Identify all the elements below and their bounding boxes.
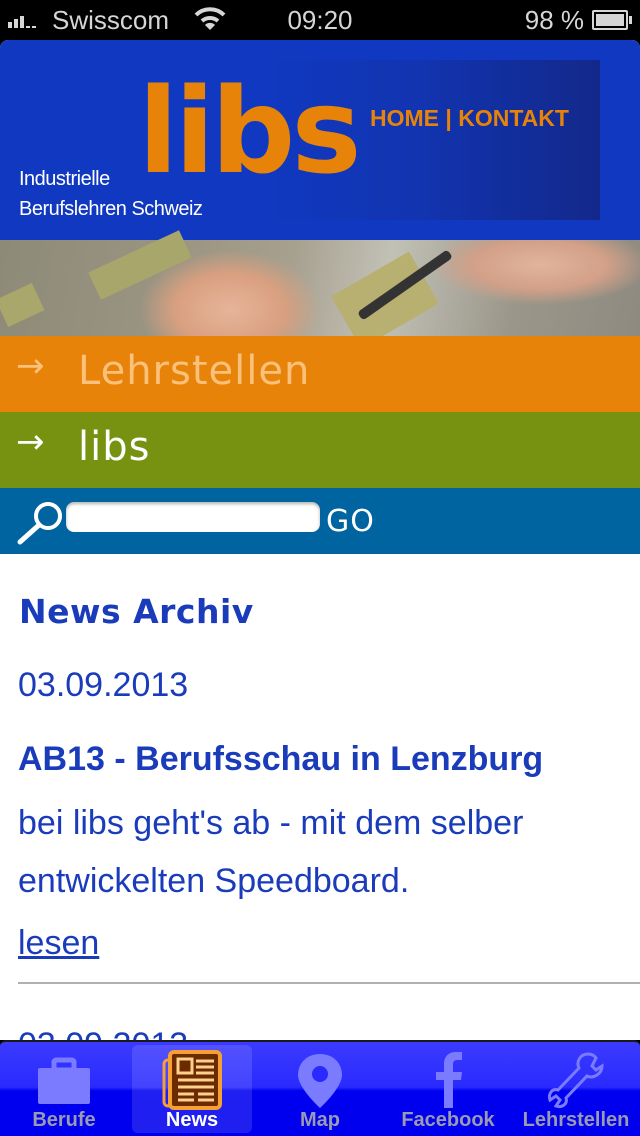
tab-label: Map <box>300 1109 340 1131</box>
search-icon <box>17 502 62 545</box>
divider <box>18 982 640 984</box>
news-date: 03.09.2013 <box>18 666 189 704</box>
tab-label: News <box>165 1109 219 1131</box>
logo-wordmark: libs <box>138 62 362 200</box>
banner-circuit-board <box>0 282 45 328</box>
page-title: News Archiv <box>19 592 254 631</box>
newspaper-icon <box>162 1050 222 1110</box>
banner-circuit-board <box>88 230 192 300</box>
tab-berufe[interactable]: Berufe <box>0 1042 128 1136</box>
news-title: AB13 - Berufsschau in Lenzburg <box>18 740 544 778</box>
nav-separator: | <box>439 105 459 131</box>
header-banner-image <box>0 230 640 349</box>
map-pin-icon <box>298 1054 342 1108</box>
search-go-button[interactable]: GO <box>326 504 375 539</box>
facebook-icon <box>436 1052 462 1108</box>
tab-lehrstellen[interactable]: Lehrstellen <box>512 1042 640 1136</box>
site-header: libs Industrielle Berufslehren Schweiz H… <box>0 40 640 240</box>
read-more-link[interactable]: lesen <box>18 924 99 963</box>
status-bar: Swisscom 09:20 98 % <box>0 0 640 40</box>
news-date: 03.09.2013 <box>18 1026 188 1040</box>
menu-item-lehrstellen[interactable]: → Lehrstellen <box>0 336 640 412</box>
search-input[interactable] <box>66 502 320 532</box>
home-link[interactable]: HOME <box>370 105 439 131</box>
menu-item-label: Lehrstellen <box>78 348 311 394</box>
briefcase-icon <box>38 1057 90 1104</box>
web-page: libs Industrielle Berufslehren Schweiz H… <box>0 40 640 1040</box>
tab-map[interactable]: Map <box>256 1042 384 1136</box>
news-body: bei libs geht's ab - mit dem selber entw… <box>18 804 524 900</box>
logo-area[interactable]: libs Industrielle Berufslehren Schweiz H… <box>0 60 600 220</box>
arrow-right-icon: → <box>16 346 45 386</box>
contact-link[interactable]: KONTAKT <box>458 105 569 131</box>
tab-news[interactable]: News <box>128 1042 256 1136</box>
tab-label: Facebook <box>401 1109 495 1131</box>
battery-icon <box>592 10 632 30</box>
menu-item-label: libs <box>78 424 151 470</box>
tab-facebook[interactable]: Facebook <box>384 1042 512 1136</box>
menu-item-libs[interactable]: → libs <box>0 412 640 488</box>
tab-label: Lehrstellen <box>522 1109 630 1131</box>
wrench-icon <box>548 1052 604 1108</box>
tab-bar: Berufe News Map Facebook Lehrstellen <box>0 1040 640 1136</box>
logo-tagline-line2: Berufslehren Schweiz <box>19 198 203 220</box>
logo-tagline-line1: Industrielle <box>19 168 110 190</box>
tab-label: Berufe <box>32 1109 96 1131</box>
battery-percent: 98 % <box>524 5 584 35</box>
search-bar: GO <box>0 488 640 554</box>
top-nav: HOME | KONTAKT <box>370 105 569 132</box>
arrow-right-icon: → <box>16 422 45 462</box>
